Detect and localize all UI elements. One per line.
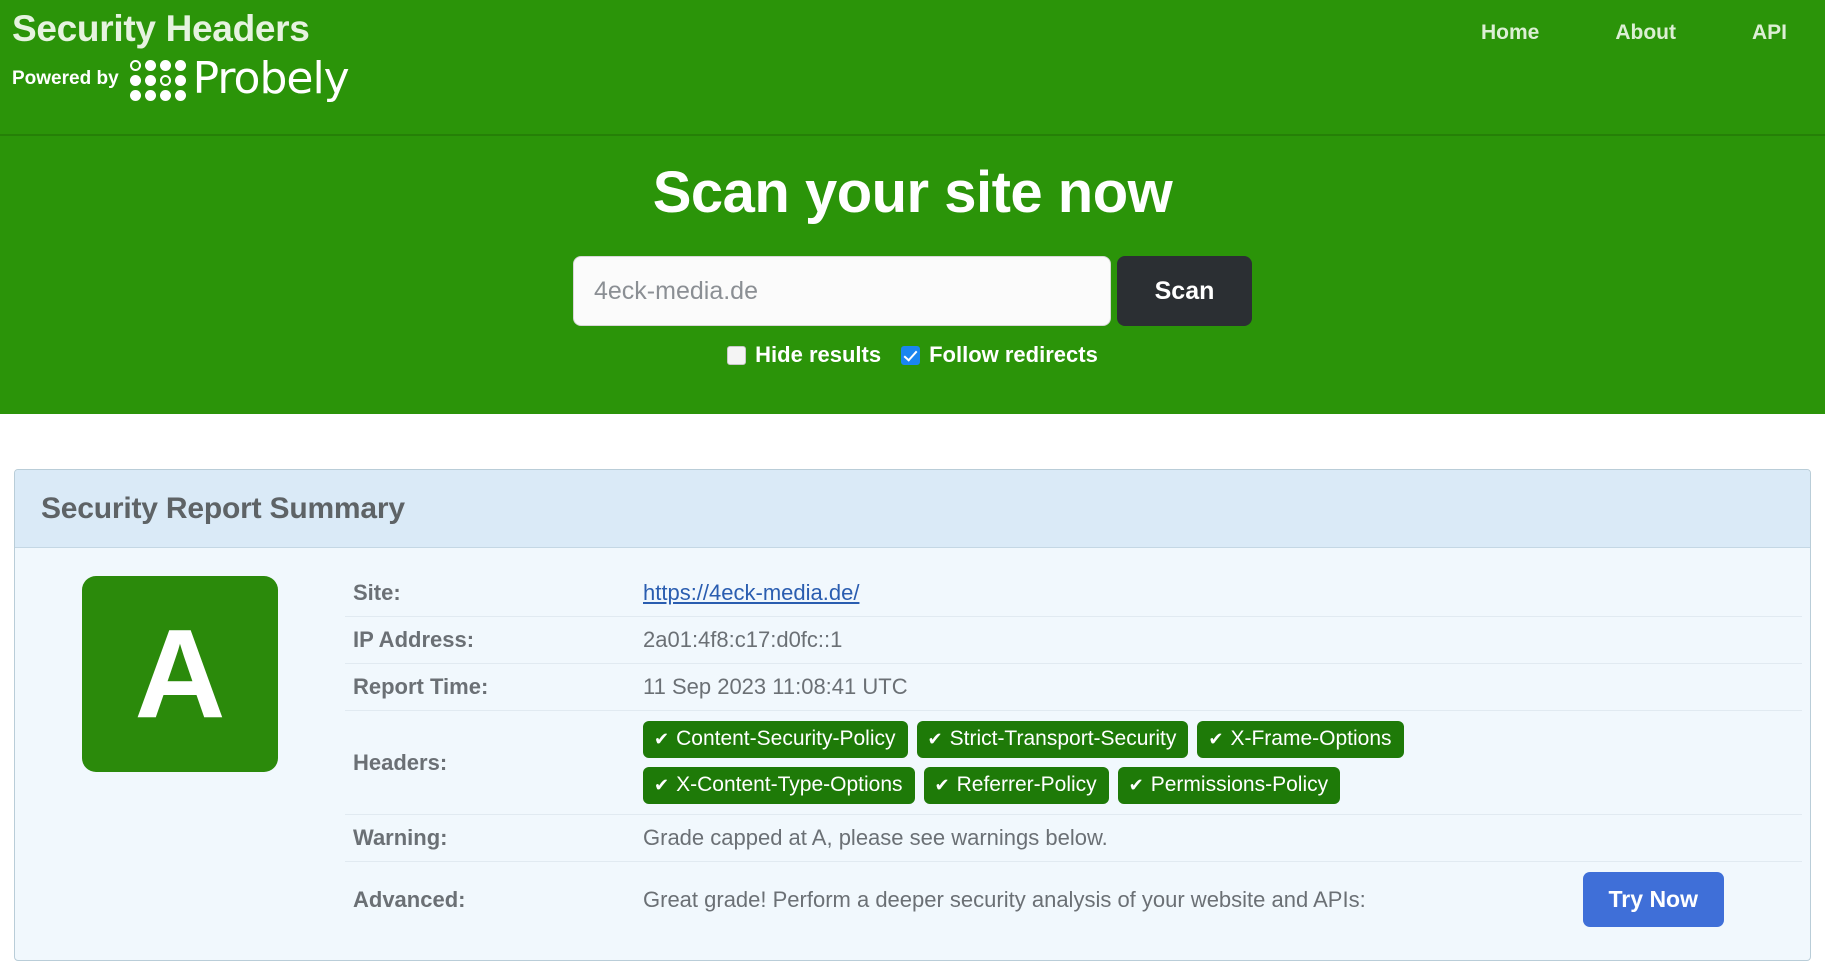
header-badge-label: Content-Security-Policy [676,727,896,750]
header-badge-list: ✔ Content-Security-Policy ✔ Strict-Trans… [643,721,1643,804]
scan-hero: Scan your site now Scan Hide results Fol… [0,136,1825,414]
report-time-key: Report Time: [345,663,635,711]
table-row-warning: Warning: Grade capped at A, please see w… [345,814,1802,862]
scan-options: Hide results Follow redirects [0,342,1825,368]
main-navigation: Home About API [1443,10,1825,56]
table-row-ip: IP Address: 2a01:4f8:c17:d0fc::1 [345,616,1802,664]
brand-title: Security Headers [12,8,310,49]
warning-key: Warning: [345,814,635,862]
scan-button[interactable]: Scan [1117,256,1252,326]
site-header: Security Headers Powered by Probely Home… [0,0,1825,136]
grade-column: A [15,570,345,937]
header-badge-label: Permissions-Policy [1150,773,1329,796]
table-row-report-time: Report Time: 11 Sep 2023 11:08:41 UTC [345,663,1802,711]
try-now-button[interactable]: Try Now [1582,872,1724,927]
follow-redirects-checkbox[interactable] [901,345,921,365]
check-icon: ✔ [654,775,670,795]
table-row-site: Site: https://4eck-media.de/ [345,570,1802,617]
advanced-value: Great grade! Perform a deeper security a… [643,886,1366,912]
grade-badge: A [82,576,278,772]
header-badge[interactable]: ✔ X-Content-Type-Options [643,767,915,804]
scan-form: Scan [0,256,1825,326]
follow-redirects-label: Follow redirects [929,342,1098,367]
headers-key: Headers: [345,710,635,815]
check-icon: ✔ [1128,775,1144,795]
security-report-panel: Security Report Summary A Site: https://… [14,469,1811,961]
check-icon: ✔ [1208,729,1224,749]
ip-key: IP Address: [345,616,635,664]
warning-value: Grade capped at A, please see warnings b… [635,814,1802,862]
panel-body: A Site: https://4eck-media.de/ IP Addres… [15,548,1810,937]
page-title: Scan your site now [652,160,1173,225]
report-details-table: Site: https://4eck-media.de/ IP Address:… [345,570,1802,937]
probely-dots-icon [129,59,187,102]
table-row-advanced: Advanced: Great grade! Perform a deeper … [345,861,1802,937]
panel-header: Security Report Summary [15,470,1810,548]
advanced-value-cell: Great grade! Perform a deeper security a… [635,861,1802,937]
nav-item-about[interactable]: About [1577,10,1714,56]
header-badge[interactable]: ✔ Referrer-Policy [923,767,1109,804]
header-badge[interactable]: ✔ Content-Security-Policy [643,721,908,758]
nav-item-api[interactable]: API [1714,10,1825,56]
table-row-headers: Headers: ✔ Content-Security-Policy ✔ Str… [345,710,1802,815]
header-badge[interactable]: ✔ Permissions-Policy [1117,767,1341,804]
check-icon: ✔ [934,775,950,795]
hide-results-checkbox[interactable] [727,345,747,365]
report-details: Site: https://4eck-media.de/ IP Address:… [345,570,1810,937]
header-badge[interactable]: ✔ X-Frame-Options [1197,721,1404,758]
site-link[interactable]: https://4eck-media.de/ [643,580,859,605]
scan-url-input[interactable] [573,256,1111,326]
ip-value: 2a01:4f8:c17:d0fc::1 [635,616,1802,664]
check-icon: ✔ [927,729,943,749]
powered-by-block: Powered by Probely [12,53,350,104]
panel-title: Security Report Summary [41,491,405,525]
header-badge-label: Referrer-Policy [956,773,1097,796]
site-value-cell: https://4eck-media.de/ [635,570,1802,617]
nav-item-home[interactable]: Home [1443,10,1577,56]
option-hide-results[interactable]: Hide results [727,342,881,368]
powered-by-label: Powered by [12,68,119,89]
report-time-value: 11 Sep 2023 11:08:41 UTC [635,663,1802,711]
probely-wordmark: Probely [192,53,350,104]
hide-results-label: Hide results [755,342,882,367]
brand: Security Headers Powered by Probely [12,6,350,104]
site-key: Site: [353,580,401,605]
header-badge-label: X-Frame-Options [1230,727,1392,750]
header-badge[interactable]: ✔ Strict-Transport-Security [916,721,1189,758]
check-icon: ✔ [654,729,670,749]
advanced-key: Advanced: [345,861,635,937]
header-badge-label: Strict-Transport-Security [949,727,1177,750]
probely-logo: Probely [129,53,350,104]
header-badge-label: X-Content-Type-Options [676,773,903,796]
headers-value-cell: ✔ Content-Security-Policy ✔ Strict-Trans… [635,710,1802,815]
content-spacer [0,414,1825,469]
advanced-inner: Great grade! Perform a deeper security a… [643,872,1794,927]
option-follow-redirects[interactable]: Follow redirects [901,342,1098,368]
